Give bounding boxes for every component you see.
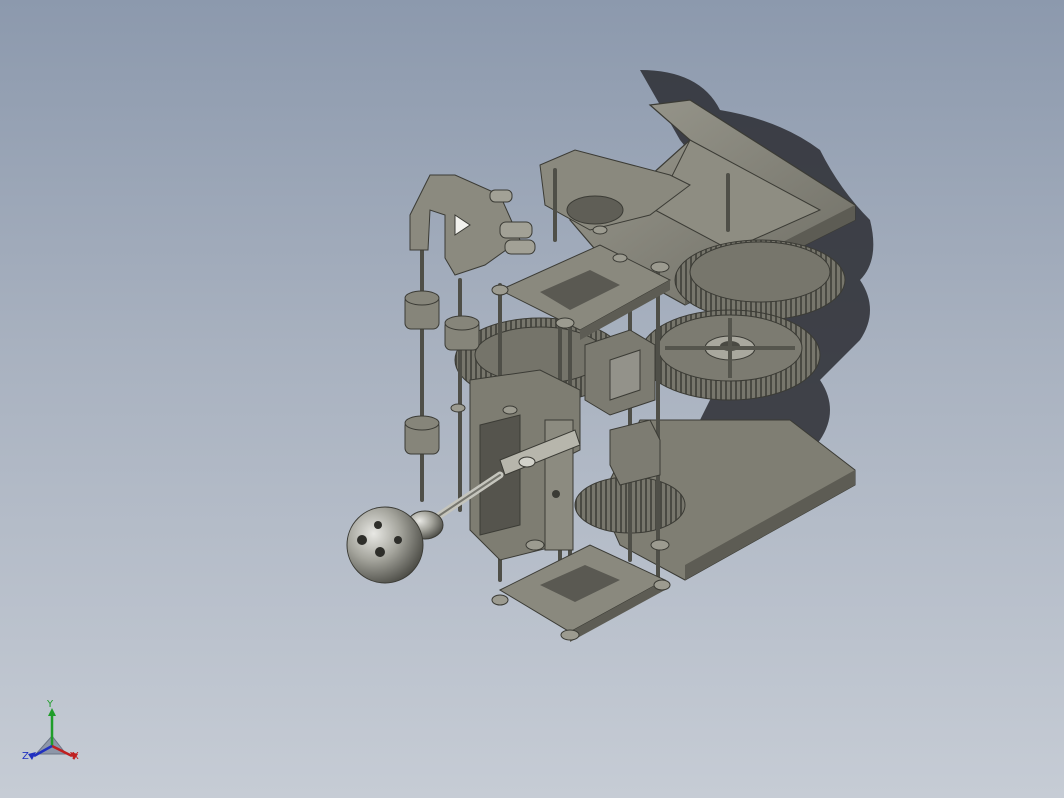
- large-top-gear[interactable]: [674, 239, 846, 321]
- 3d-model-view[interactable]: [0, 0, 1064, 798]
- ball-knob[interactable]: [346, 506, 444, 584]
- graphics-viewport[interactable]: Y X Z: [0, 0, 1064, 798]
- y-axis-label: Y: [47, 699, 54, 710]
- triad-graphic: [28, 708, 78, 760]
- z-axis-label: Z: [22, 751, 29, 762]
- central-block[interactable]: [584, 329, 656, 416]
- axis-triad: Y X Z: [16, 700, 96, 780]
- bottom-base-plate[interactable]: [498, 544, 667, 642]
- x-axis-label: X: [72, 751, 79, 762]
- right-blocks[interactable]: [609, 419, 661, 486]
- middle-gear[interactable]: [639, 309, 821, 401]
